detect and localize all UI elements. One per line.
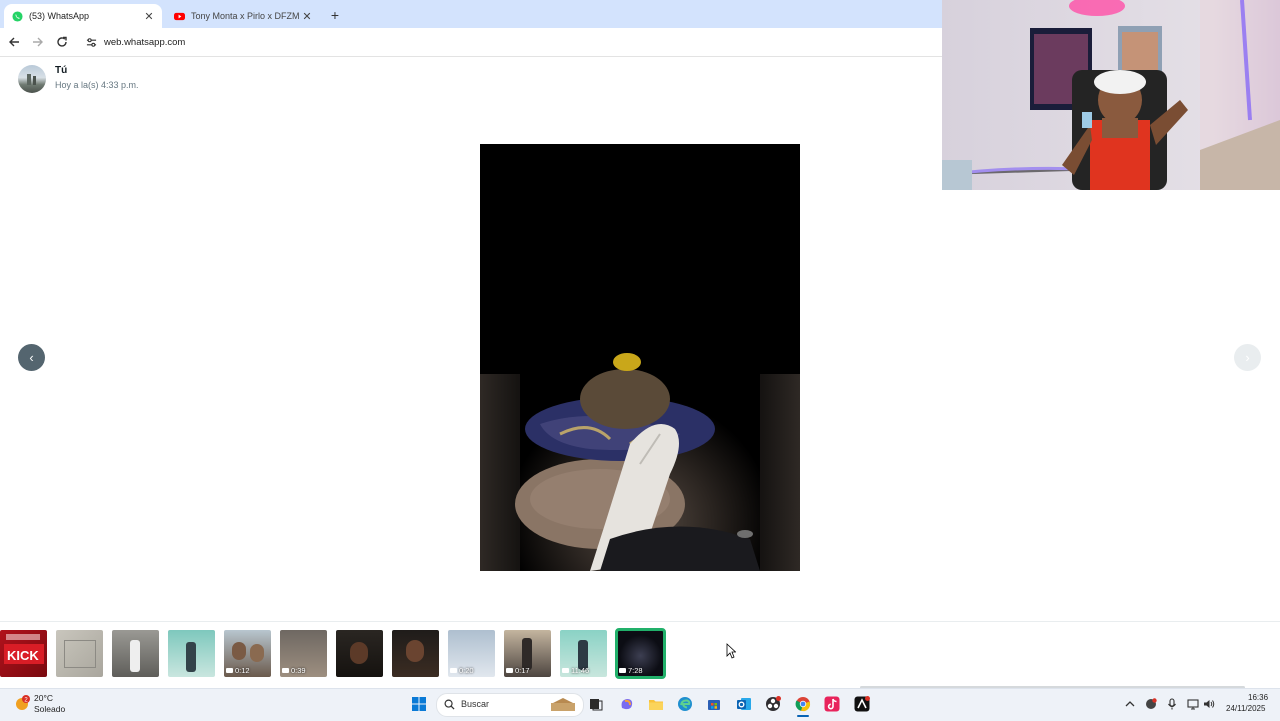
sender-name: Tú xyxy=(55,65,68,76)
tab-title: (53) WhatsApp xyxy=(29,11,90,21)
arrow-left-icon xyxy=(9,37,19,47)
video-duration: 0:17 xyxy=(506,666,530,675)
video-camera-icon xyxy=(506,668,513,673)
video-camera-icon xyxy=(450,668,457,673)
close-tab-icon[interactable]: ✕ xyxy=(142,9,156,23)
video-camera-icon xyxy=(226,668,233,673)
chevron-up-icon[interactable] xyxy=(1124,698,1136,710)
media-thumbnail[interactable]: 0:17 xyxy=(504,630,551,677)
reload-button[interactable] xyxy=(54,34,70,50)
tiktok-icon[interactable] xyxy=(824,696,840,712)
back-button[interactable] xyxy=(6,34,22,50)
thumb-title-text: KICK xyxy=(7,648,39,663)
video-duration: 7:28 xyxy=(619,666,643,675)
media-thumbnail-selected[interactable]: 7:28 xyxy=(615,628,666,679)
next-media-button[interactable]: › xyxy=(1234,344,1261,371)
site-info-button[interactable] xyxy=(84,35,98,49)
active-app-indicator xyxy=(797,715,809,717)
tab-youtube[interactable]: Tony Monta x Pirlo x DFZM x To ✕ xyxy=(166,4,320,28)
video-camera-icon xyxy=(619,668,626,673)
previous-media-button[interactable]: ‹ xyxy=(18,344,45,371)
video-camera-icon xyxy=(282,668,289,673)
weather-condition[interactable]: Soleado xyxy=(34,704,65,714)
media-thumbnail[interactable]: 0:12 xyxy=(224,630,271,677)
video-duration: 11:46 xyxy=(562,666,589,675)
windows-taskbar xyxy=(0,688,1280,721)
tab-title: Tony Monta x Pirlo x DFZM x To xyxy=(191,11,300,21)
media-thumbnail[interactable] xyxy=(168,630,215,677)
task-view-icon[interactable] xyxy=(588,696,604,712)
media-thumbnail[interactable]: 0:39 xyxy=(280,630,327,677)
new-tab-button[interactable]: + xyxy=(326,6,344,24)
obs-studio-icon[interactable] xyxy=(765,696,781,712)
media-thumbnail[interactable]: 11:46 xyxy=(560,630,607,677)
reload-icon xyxy=(57,36,67,47)
mouse-cursor-icon xyxy=(726,643,736,659)
network-icon[interactable] xyxy=(1187,698,1199,710)
clock-time[interactable]: 16:36 xyxy=(1248,693,1268,702)
capcut-icon[interactable] xyxy=(854,696,870,712)
chrome-icon[interactable] xyxy=(795,696,811,712)
file-explorer-icon[interactable] xyxy=(648,696,664,712)
search-placeholder: Buscar xyxy=(461,699,490,709)
tune-icon xyxy=(86,37,96,47)
arrow-right-icon xyxy=(33,37,43,47)
speaker-icon[interactable] xyxy=(1203,698,1215,710)
whatsapp-icon xyxy=(12,10,23,22)
video-frame xyxy=(480,144,800,571)
windows-start-icon[interactable] xyxy=(411,696,427,712)
video-duration: 0:39 xyxy=(282,666,306,675)
chevron-left-icon: ‹ xyxy=(29,350,34,365)
close-tab-icon[interactable]: ✕ xyxy=(300,9,314,23)
weather-temperature[interactable]: 20°C xyxy=(34,693,53,703)
video-camera-icon xyxy=(562,668,569,673)
address-bar[interactable]: web.whatsapp.com xyxy=(104,37,185,48)
edge-browser-icon[interactable] xyxy=(677,696,693,712)
search-highlight-icon xyxy=(551,698,575,711)
media-thumbnail[interactable] xyxy=(112,630,159,677)
media-video[interactable] xyxy=(480,144,800,571)
media-thumbnail[interactable]: 0:20 xyxy=(448,630,495,677)
media-thumbnail[interactable]: KICK xyxy=(0,630,47,677)
thumbnail-divider xyxy=(0,621,1280,622)
forward-button[interactable] xyxy=(30,34,46,50)
webcam-image xyxy=(942,0,1280,190)
taskbar-search-box[interactable]: Buscar xyxy=(436,693,584,717)
copilot-icon[interactable] xyxy=(619,696,635,712)
tab-whatsapp[interactable]: (53) WhatsApp ✕ xyxy=(4,4,162,28)
media-thumbnail[interactable] xyxy=(336,630,383,677)
webcam-overlay xyxy=(942,0,1280,190)
clock-date[interactable]: 24/11/2025 xyxy=(1226,704,1265,713)
chevron-right-icon: › xyxy=(1245,350,1250,365)
message-timestamp: Hoy a la(s) 4:33 p.m. xyxy=(55,80,139,90)
video-duration: 0:12 xyxy=(226,666,250,675)
microsoft-store-icon[interactable] xyxy=(706,696,722,712)
video-duration: 0:20 xyxy=(450,666,474,675)
outlook-icon[interactable] xyxy=(736,696,752,712)
media-thumbnail[interactable] xyxy=(392,630,439,677)
search-icon xyxy=(444,699,455,710)
youtube-icon xyxy=(174,12,185,20)
avatar-image xyxy=(27,74,36,85)
microphone-icon[interactable] xyxy=(1166,698,1178,710)
sun-weather-icon[interactable]: 2 xyxy=(14,695,30,711)
obs-tray-icon[interactable] xyxy=(1145,698,1157,710)
media-thumbnail[interactable] xyxy=(56,630,103,677)
sender-avatar[interactable] xyxy=(18,65,46,93)
